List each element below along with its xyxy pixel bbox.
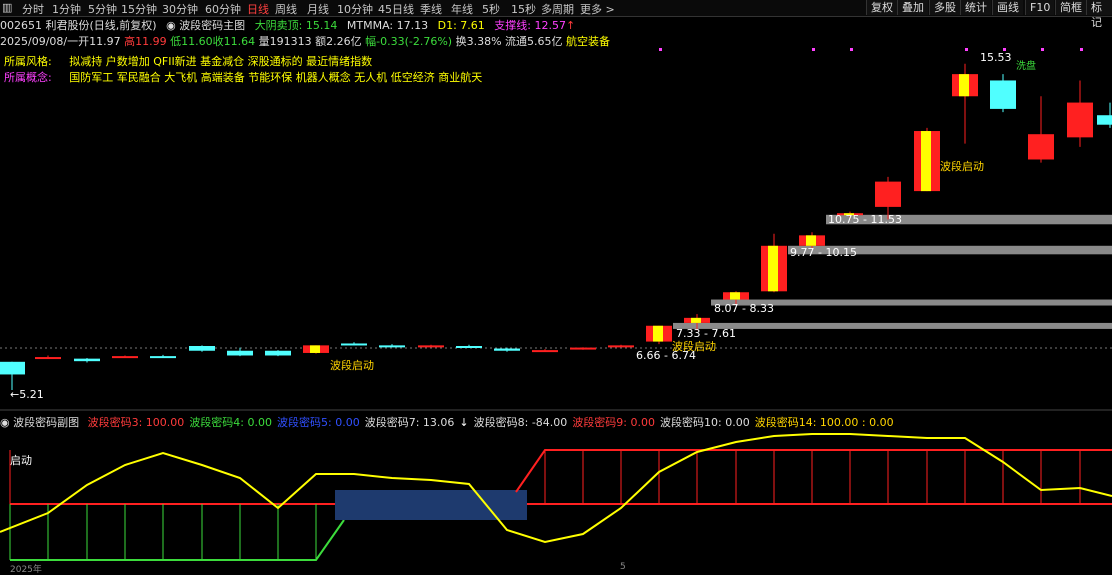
candle-body-11 (418, 345, 444, 348)
candle-body-2 (74, 358, 100, 362)
sub-value-5: 波段密码8: -84.00 (473, 416, 568, 429)
green-base (10, 519, 345, 561)
candle-body-1 (35, 357, 61, 360)
candle-body-3 (112, 356, 138, 359)
candle-signal-20 (768, 245, 778, 292)
sub-value-7: 波段密码10: 0.00 (660, 416, 750, 429)
top-marker-1 (812, 48, 815, 51)
range-label-2: 9.77 - 10.15 (790, 246, 857, 259)
sub-panel-header: ◉ 波段密码副图 波段密码3: 100.00 波段密码4: 0.00 波段密码5: … (0, 414, 894, 430)
top-marker-2 (850, 48, 853, 51)
candle-body-26 (990, 80, 1016, 109)
candle-body-5 (189, 346, 215, 351)
candle-body-6 (227, 350, 253, 356)
sub-value-0: 波段密码3: 100.00 (87, 416, 185, 429)
range-label-5: 6.66 - 6.74 (636, 349, 696, 362)
candle-body-27 (1028, 134, 1054, 160)
candle-body-12 (456, 346, 482, 348)
peak-label: 15.53 (980, 51, 1012, 64)
kline-chart[interactable] (0, 0, 1112, 571)
blue-zone (335, 490, 527, 520)
candle-signal-18 (691, 317, 701, 323)
sub-value-4: ↓ (459, 416, 469, 429)
range-label-1: 10.75 - 11.53 (828, 213, 902, 226)
sub-start-label: 启动 (10, 454, 32, 467)
sub-panel-values: 波段密码3: 100.00 波段密码4: 0.00 波段密码5: 0.00 波段密码7… (83, 416, 894, 429)
candle-body-28 (1067, 102, 1093, 138)
low-value: 5.21 (19, 388, 44, 401)
left-arrow-icon: ← (10, 388, 20, 401)
top-marker-0 (659, 48, 662, 51)
x-axis-year-label: 2025年 (10, 565, 42, 575)
start-signal-label-3: 波段启动 (940, 160, 984, 173)
candle-body-7 (265, 350, 291, 356)
low-label: ←5.21 (10, 388, 44, 401)
candle-signal-21 (806, 235, 816, 246)
sub-value-8: 波段密码14: 100.00 : 0.00 (754, 416, 894, 429)
range-label-3: 8.07 - 8.33 (714, 302, 774, 315)
top-marker-3 (965, 48, 968, 51)
candle-body-29 (1097, 115, 1112, 125)
sub-value-2: 波段密码5: 0.00 (277, 416, 360, 429)
candle-body-16 (608, 345, 634, 348)
start-signal-label-1: 波段启动 (330, 359, 374, 372)
sub-chart (0, 433, 1112, 561)
candle-body-4 (150, 356, 176, 359)
candle-body-23 (875, 181, 901, 207)
candle-signal-8 (310, 345, 320, 353)
support-band-3 (673, 322, 1112, 329)
candle-signal-25 (959, 74, 969, 97)
candle-body-14 (532, 350, 558, 353)
sub-value-3: 波段密码7: 13.06 (364, 416, 455, 429)
candle-signal-17 (653, 325, 663, 342)
sub-indicator-icon[interactable]: ◉ (0, 416, 10, 429)
red-top (515, 449, 1112, 493)
wash-label: 洗盘 (1016, 61, 1036, 72)
top-marker-5 (1041, 48, 1044, 51)
candle-signal-19 (730, 292, 740, 300)
candle-body-15 (570, 347, 596, 350)
candle-body-10 (379, 345, 405, 348)
candle-body-9 (341, 343, 367, 346)
candle-body-0 (0, 361, 25, 375)
candle-signal-24 (921, 131, 931, 192)
sub-panel-name[interactable]: 波段密码副图 (13, 416, 79, 429)
sub-value-6: 波段密码9: 0.00 (572, 416, 656, 429)
candle-body-13 (494, 348, 520, 351)
top-marker-6 (1080, 48, 1083, 51)
sub-value-1: 波段密码4: 0.00 (189, 416, 273, 429)
